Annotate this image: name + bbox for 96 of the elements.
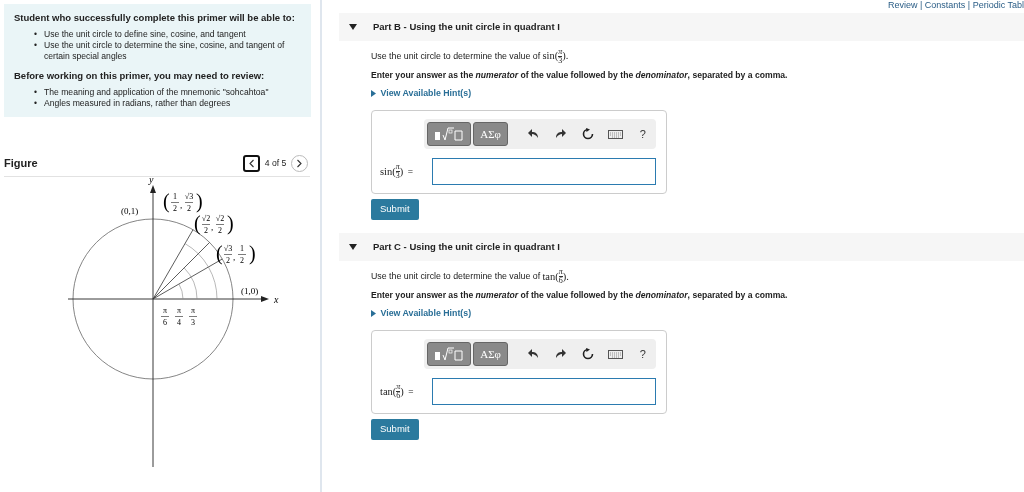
list-item-text: Angles measured in radians, rather than degrees (44, 97, 231, 109)
template-button[interactable] (427, 342, 471, 367)
numerator-text: 1 (173, 191, 177, 201)
undo-icon (528, 129, 540, 140)
comma-text: , (211, 221, 214, 232)
denominator-text: 2 (204, 225, 208, 235)
bracket-text: ) (400, 386, 404, 400)
denominator-text: 4 (177, 317, 181, 327)
caret-icon (371, 309, 376, 317)
instruction-text: Enter your answer as the numerator of the value followed by the denominator, separated by a comma. (371, 69, 789, 83)
part-title[interactable]: Part C - Using the unit circle in quadrant I (373, 240, 560, 255)
denominator-text: 2 (218, 225, 222, 235)
bullet-text: • (34, 87, 37, 98)
page-counter: 4 of 5 (264, 156, 287, 170)
help-button[interactable]: ? (632, 122, 653, 147)
numerator-text: √2 (215, 213, 225, 223)
list-item-text: Use the unit circle to define sine, cosine, and tangent (44, 29, 246, 41)
instruction-text: Enter your answer as the numerator of the value followed by the denominator, separated by a comma. (371, 289, 789, 303)
coordinate-label: (1,0) (241, 285, 259, 296)
denominator-text: 6 (558, 277, 563, 285)
fraction-root-icon (434, 127, 464, 142)
symbols-button[interactable]: ΑΣφ (473, 342, 508, 367)
chevron-right-icon (295, 159, 304, 169)
denominator-text: 3 (558, 56, 563, 65)
bracket-text: ) (399, 164, 404, 177)
denominator-text: 3 (191, 317, 195, 327)
bracket-text: ( (163, 189, 170, 212)
function-text: tan( (380, 386, 397, 400)
answer-field[interactable] (432, 378, 656, 406)
header-links[interactable]: Review | Constants | Periodic Tabl (887, 0, 1024, 10)
submit-button[interactable]: Submit (371, 198, 419, 220)
bullet-text: • (34, 40, 37, 53)
numerator-text: π (558, 268, 563, 277)
bullet-text: • (34, 29, 37, 41)
bracket-text: ( (216, 241, 223, 264)
reset-icon (582, 348, 595, 361)
numerator-text: π (163, 305, 167, 315)
x-axis-label: x (274, 293, 279, 305)
next-button[interactable] (290, 154, 308, 172)
submit-button[interactable]: Submit (371, 418, 419, 440)
denominator-text: 2 (187, 203, 191, 213)
numerator-text: √3 (184, 191, 194, 201)
help-button[interactable]: ? (632, 342, 653, 367)
prompt-text: Use the unit circle to determine the value of (371, 269, 541, 283)
template-button[interactable] (427, 122, 471, 147)
numerator-text: π (396, 383, 401, 393)
denominator-text: 6 (396, 392, 401, 401)
equals-sign: = (407, 165, 414, 178)
denominator-text: 3 (395, 172, 400, 181)
denominator-text: 6 (163, 317, 167, 327)
chevron-left-icon (247, 159, 256, 169)
list-item-text: The meaning and application of the mnemonic "sohcahtoa" (44, 87, 269, 98)
numerator-text: √3 (223, 243, 233, 253)
prompt-text: Use the unit circle to determine the value of (371, 49, 541, 63)
numerator-text: π (191, 305, 195, 315)
function-text: sin( (542, 49, 559, 65)
keyboard-icon (607, 349, 623, 359)
hint-link[interactable]: View Available Hint(s) (371, 306, 472, 321)
answer-field[interactable] (432, 158, 656, 186)
fraction-root-icon (434, 347, 464, 362)
figure-title: Figure (4, 155, 38, 171)
review-heading: Before working on this primer, you may need to review: (14, 69, 266, 81)
bracket-text: ) (249, 241, 256, 264)
numerator-text: √2 (201, 213, 211, 223)
list-item-text: Use the unit circle to determine the sine, cosine, and tangent of certain special angles (44, 40, 286, 62)
caret-icon (371, 89, 376, 97)
numerator-text: π (558, 47, 563, 57)
denominator-text: 2 (226, 255, 230, 265)
numerator-text: 1 (240, 243, 244, 253)
part-title[interactable]: Part B - Using the unit circle in quadrant I (373, 19, 560, 35)
bracket-text: ( (194, 211, 201, 234)
objectives-heading: Student who successfully complete this primer will be able to: (14, 12, 296, 24)
symbols-button[interactable]: ΑΣφ (473, 122, 508, 147)
redo-icon (555, 349, 567, 360)
hint-link[interactable]: View Available Hint(s) (371, 86, 472, 100)
previous-button[interactable] (243, 154, 261, 172)
equals-sign: = (408, 385, 414, 399)
bracket-text: ). (562, 49, 569, 65)
comma-text: , (233, 251, 236, 262)
coordinate-label: (0,1) (121, 205, 139, 216)
bracket-text: ) (196, 189, 203, 212)
numerator-text: π (395, 163, 400, 173)
redo-icon (555, 129, 567, 140)
numerator-text: π (177, 305, 181, 315)
denominator-text: 2 (173, 203, 177, 213)
function-text: tan( (542, 269, 559, 285)
denominator-text: 2 (240, 255, 244, 265)
bracket-text: ) (227, 211, 234, 234)
function-text: sin( (380, 164, 396, 180)
undo-icon (528, 349, 540, 360)
y-axis-label: y (149, 176, 154, 185)
keyboard-icon (607, 129, 623, 139)
comma-text: , (180, 199, 183, 210)
reset-icon (582, 128, 595, 141)
bracket-text: ). (562, 269, 569, 282)
bullet-text: • (34, 97, 37, 109)
